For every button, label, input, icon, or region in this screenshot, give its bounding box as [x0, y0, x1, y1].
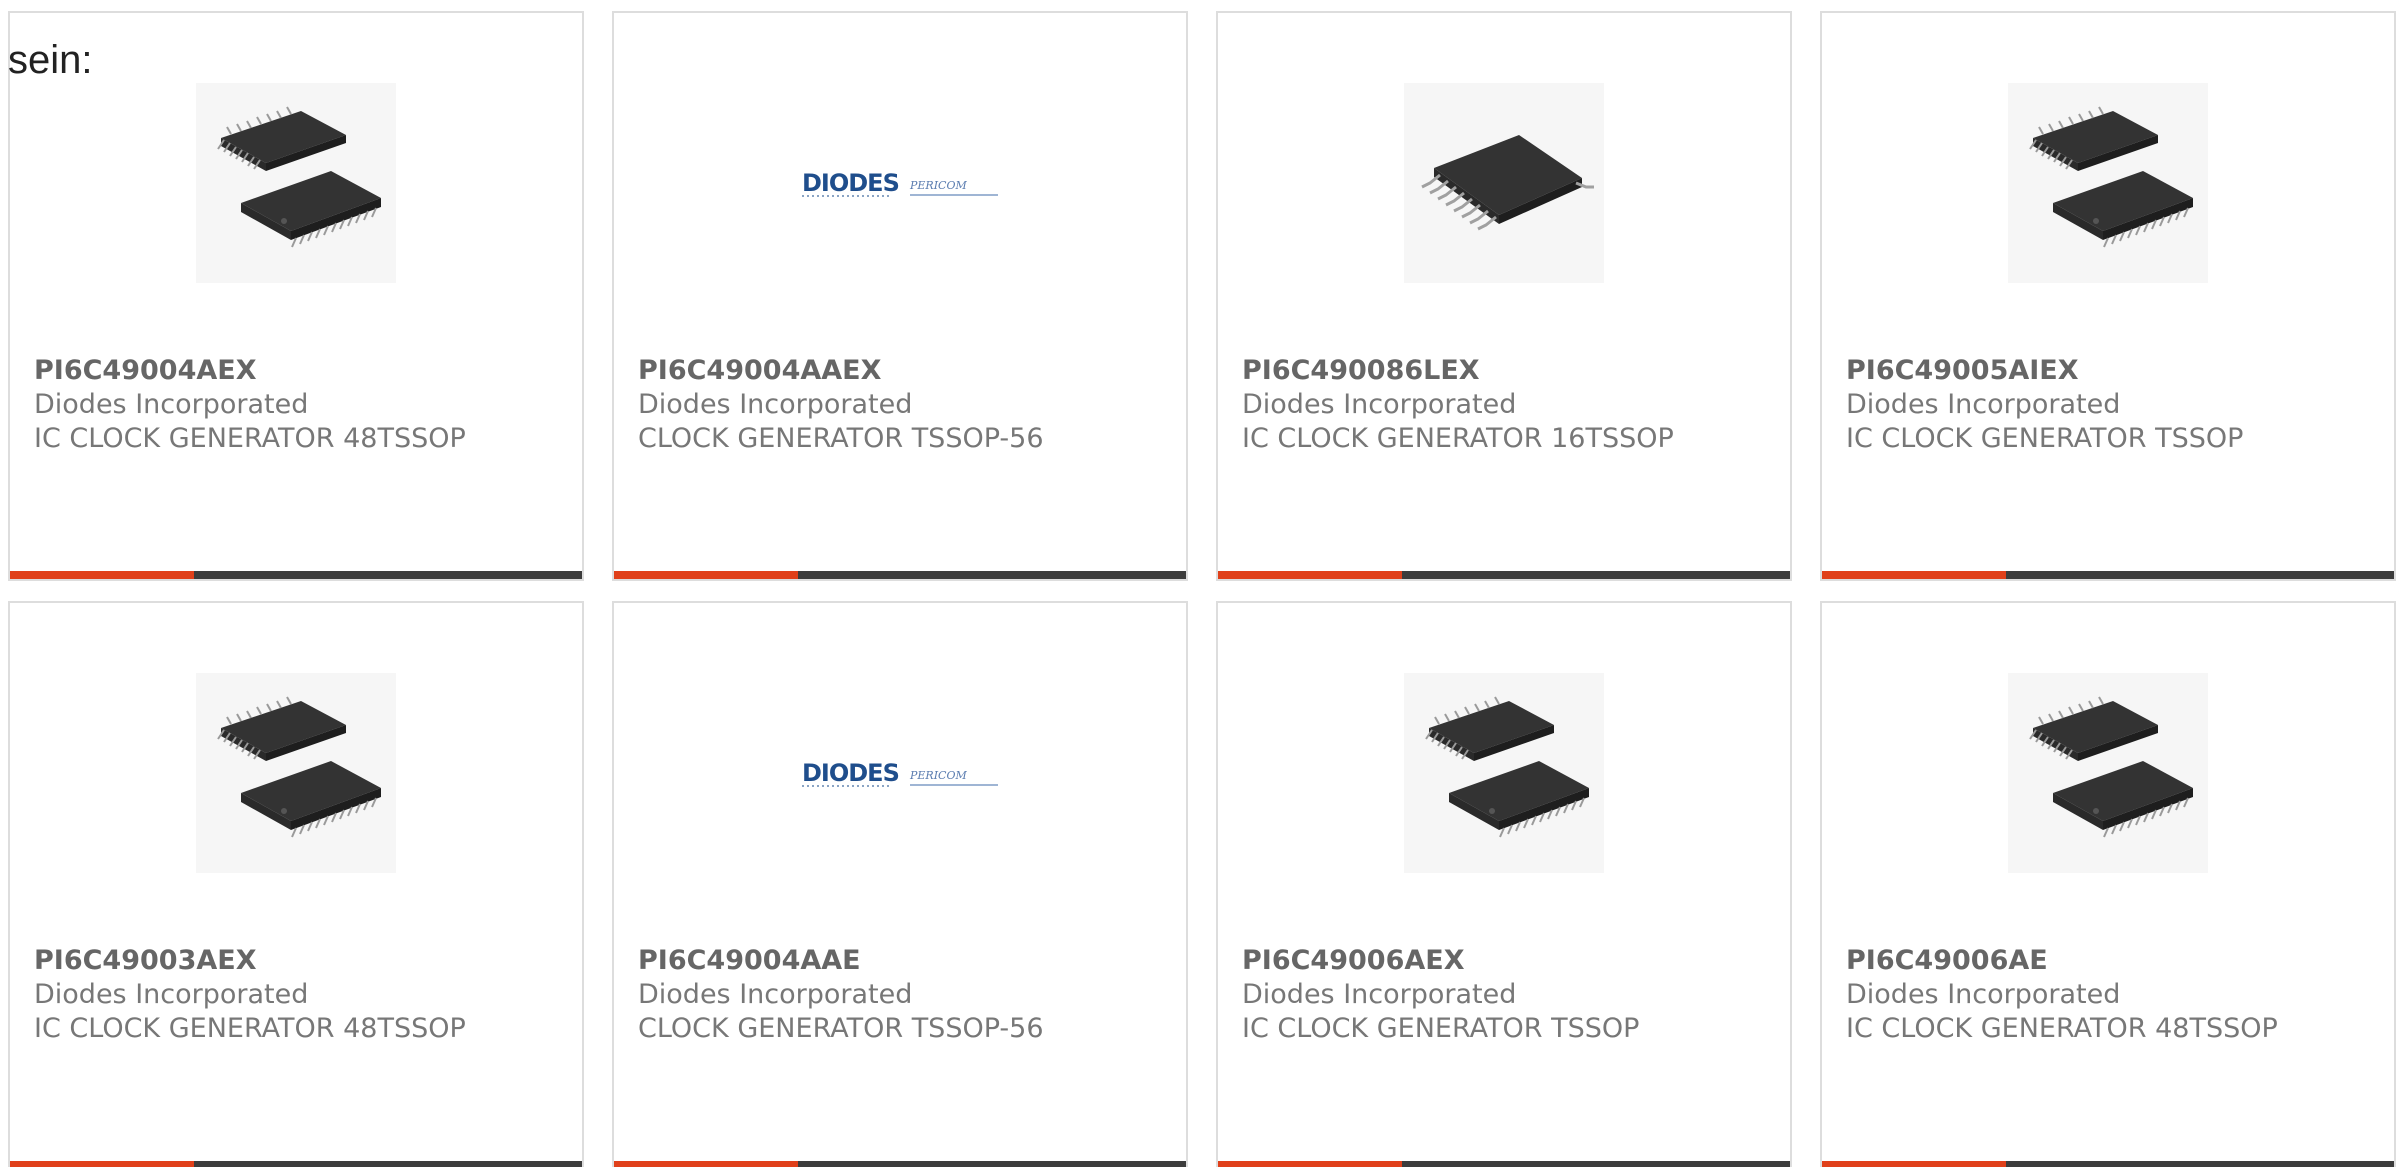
- product-description: CLOCK GENERATOR TSSOP-56: [638, 423, 1044, 454]
- card-accent-bar: [1822, 571, 2006, 579]
- product-card[interactable]: PI6C49004AEX Diodes Incorporated IC CLOC…: [8, 11, 584, 581]
- product-card[interactable]: PI6C490086LEX Diodes Incorporated IC CLO…: [1216, 11, 1792, 581]
- card-footer-bar: [1822, 571, 2394, 579]
- product-part-number[interactable]: PI6C49004AAE: [638, 945, 861, 976]
- product-part-number[interactable]: PI6C49006AEX: [1242, 945, 1465, 976]
- tssop-48-chip-image[interactable]: [196, 83, 396, 283]
- product-manufacturer: Diodes Incorporated: [1242, 979, 1517, 1010]
- card-footer-bar: [1822, 1161, 2394, 1167]
- diodes-pericom-logo-image[interactable]: DIODES PERICOM: [800, 83, 1000, 283]
- card-footer-bar: [10, 1161, 582, 1167]
- card-accent-bar: [1218, 571, 1402, 579]
- card-accent-bar: [614, 571, 798, 579]
- product-card[interactable]: PI6C49003AEX Diodes Incorporated IC CLOC…: [8, 601, 584, 1167]
- card-accent-bar: [614, 1161, 798, 1167]
- product-description: IC CLOCK GENERATOR TSSOP: [1242, 1013, 1640, 1044]
- card-footer-bar: [614, 1161, 1186, 1167]
- product-grid: PI6C49004AEX Diodes Incorporated IC CLOC…: [8, 11, 2400, 1167]
- product-card[interactable]: PI6C49006AE Diodes Incorporated IC CLOCK…: [1820, 601, 2396, 1167]
- logo-text: DIODES: [802, 759, 899, 787]
- product-part-number[interactable]: PI6C49004AEX: [34, 355, 257, 386]
- card-footer-bar: [10, 571, 582, 579]
- tssop-48-chip-image[interactable]: [1404, 673, 1604, 873]
- product-manufacturer: Diodes Incorporated: [1846, 389, 2121, 420]
- card-accent-bar: [10, 571, 194, 579]
- product-description: IC CLOCK GENERATOR 48TSSOP: [34, 1013, 466, 1044]
- product-card[interactable]: PI6C49005AIEX Diodes Incorporated IC CLO…: [1820, 11, 2396, 581]
- intro-text: sein:: [8, 38, 93, 82]
- product-manufacturer: Diodes Incorporated: [1846, 979, 2121, 1010]
- product-part-number[interactable]: PI6C49004AAEX: [638, 355, 881, 386]
- logo-subtext: PERICOM: [909, 769, 967, 782]
- product-card[interactable]: DIODES PERICOM PI6C49004AAE Diodes Incor…: [612, 601, 1188, 1167]
- product-manufacturer: Diodes Incorporated: [1242, 389, 1517, 420]
- product-manufacturer: Diodes Incorporated: [638, 979, 913, 1010]
- tssop-16-chip-image[interactable]: [1404, 83, 1604, 283]
- product-card[interactable]: PI6C49006AEX Diodes Incorporated IC CLOC…: [1216, 601, 1792, 1167]
- product-part-number[interactable]: PI6C49006AE: [1846, 945, 2048, 976]
- card-accent-bar: [1218, 1161, 1402, 1167]
- card-footer-bar: [1218, 1161, 1790, 1167]
- tssop-48-chip-image[interactable]: [2008, 83, 2208, 283]
- tssop-48-chip-image[interactable]: [2008, 673, 2208, 873]
- product-description: IC CLOCK GENERATOR 16TSSOP: [1242, 423, 1674, 454]
- logo-text: DIODES: [802, 169, 899, 197]
- card-footer-bar: [1218, 571, 1790, 579]
- product-manufacturer: Diodes Incorporated: [638, 389, 913, 420]
- tssop-48-chip-image[interactable]: [196, 673, 396, 873]
- product-manufacturer: Diodes Incorporated: [34, 979, 309, 1010]
- diodes-pericom-logo-image[interactable]: DIODES PERICOM: [800, 673, 1000, 873]
- product-part-number[interactable]: PI6C490086LEX: [1242, 355, 1480, 386]
- product-part-number[interactable]: PI6C49003AEX: [34, 945, 257, 976]
- card-accent-bar: [1822, 1161, 2006, 1167]
- product-description: IC CLOCK GENERATOR 48TSSOP: [34, 423, 466, 454]
- product-card[interactable]: DIODES PERICOM PI6C49004AAEX Diodes Inco…: [612, 11, 1188, 581]
- card-footer-bar: [614, 571, 1186, 579]
- product-description: IC CLOCK GENERATOR TSSOP: [1846, 423, 2244, 454]
- product-part-number[interactable]: PI6C49005AIEX: [1846, 355, 2079, 386]
- product-description: IC CLOCK GENERATOR 48TSSOP: [1846, 1013, 2278, 1044]
- card-accent-bar: [10, 1161, 194, 1167]
- product-description: CLOCK GENERATOR TSSOP-56: [638, 1013, 1044, 1044]
- product-manufacturer: Diodes Incorporated: [34, 389, 309, 420]
- logo-subtext: PERICOM: [909, 179, 967, 192]
